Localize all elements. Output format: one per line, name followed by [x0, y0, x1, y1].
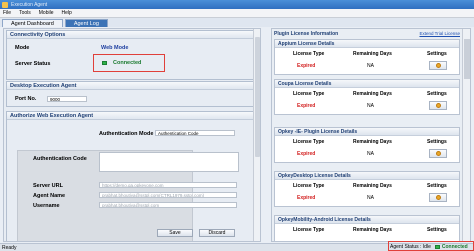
gear-icon [435, 195, 441, 200]
username-input[interactable]: prabhat.bhoutiya@sstpl.com [99, 202, 237, 208]
license-type-header: License Type [293, 183, 325, 189]
license-card-opkeymobility-android: OpkeyMobility-Android License Details Li… [274, 215, 460, 241]
agent-status-label: Agent Status : Idle [390, 244, 431, 250]
plugin-license-title: Plugin License Information [274, 30, 339, 37]
menu-tools[interactable]: Tools [19, 10, 31, 16]
server-status-value: Connected [113, 60, 142, 66]
plugin-license-panel: Plugin License Information Extend Trial … [271, 28, 471, 242]
tab-strip: Agent Dashboard Agent Log [0, 18, 474, 27]
settings-header: Settings [427, 227, 447, 233]
server-url-label: Server URL [33, 183, 63, 189]
remaining-days-value: NA [367, 63, 374, 69]
license-card-coupa: Coupa License Details License Type Remai… [274, 79, 460, 115]
discard-button[interactable]: Discard [199, 229, 235, 237]
remaining-days-header: Remaining Days [353, 91, 392, 97]
agent-settings-panel: Connectivity Options Mode Web Mode Serve… [3, 28, 261, 242]
license-type-header: License Type [293, 51, 325, 57]
left-scrollbar-thumb[interactable] [255, 37, 260, 157]
desktop-agent-header: Desktop Execution Agent [7, 82, 253, 90]
agent-name-label: Agent Name [33, 193, 66, 199]
license-title: Opkey -IE- Plugin License Details [275, 128, 459, 136]
remaining-days-value: NA [367, 103, 374, 109]
gear-icon [435, 103, 441, 108]
license-title: OpkeyDesktop License Details [275, 172, 459, 180]
auth-code-input[interactable] [99, 152, 239, 172]
mode-label: Mode [15, 45, 30, 51]
license-type-value: Expired [297, 195, 316, 201]
connection-icon [434, 245, 440, 249]
license-title: Coupa License Details [275, 80, 459, 88]
settings-header: Settings [427, 51, 447, 57]
license-type-value: Expired [297, 103, 316, 109]
username-label: Username [33, 203, 60, 209]
remaining-days-header: Remaining Days [353, 183, 392, 189]
agent-name-input[interactable]: prabhat.bhoutiya@sstpl.com(CTRL1979.sstp… [99, 192, 237, 198]
connectivity-header: Connectivity Options [7, 31, 253, 39]
auth-mode-select[interactable]: Authentication Code [155, 130, 235, 136]
settings-button[interactable] [429, 101, 447, 110]
menu-help[interactable]: Help [61, 10, 71, 16]
status-ready: Ready [2, 244, 17, 251]
settings-header: Settings [427, 183, 447, 189]
desktop-agent-section: Desktop Execution Agent Port No. 9000 [6, 81, 254, 107]
license-type-header: License Type [293, 139, 325, 145]
license-card-opkeydesktop: OpkeyDesktop License Details License Typ… [274, 171, 460, 207]
right-scrollbar-thumb[interactable] [464, 39, 470, 79]
port-label: Port No. [15, 96, 37, 102]
settings-button[interactable] [429, 61, 447, 70]
web-agent-header: Authorize Web Execution Agent [7, 112, 253, 120]
remaining-days-header: Remaining Days [353, 51, 392, 57]
connection-status: Connected [441, 244, 468, 250]
auth-code-label: Authentication Code [33, 156, 87, 162]
save-button[interactable]: Save [157, 229, 193, 237]
license-type-value: Expired [297, 151, 316, 157]
web-agent-section: Authorize Web Execution Agent Authentica… [6, 111, 254, 241]
license-title: Appium License Details [275, 40, 459, 48]
menu-file[interactable]: File [3, 10, 11, 16]
agent-status-area: Agent Status : Idle Connected [390, 243, 474, 251]
license-type-value: Expired [297, 63, 316, 69]
remaining-days-header: Remaining Days [353, 139, 392, 145]
extend-trial-link[interactable]: Extend Trial License [419, 31, 460, 36]
settings-button[interactable] [429, 193, 447, 202]
mode-value: Web Mode [101, 45, 129, 51]
settings-button[interactable] [429, 149, 447, 158]
gear-icon [435, 63, 441, 68]
license-type-header: License Type [293, 91, 325, 97]
connected-icon [102, 61, 107, 65]
server-url-input[interactable]: https://demo.qa.opkeyone.com [99, 182, 237, 188]
license-type-header: License Type [293, 227, 325, 233]
menu-mobile[interactable]: Mobile [39, 10, 54, 16]
gear-icon [435, 151, 441, 156]
window-title: Execution Agent [11, 1, 48, 8]
license-title: OpkeyMobility-Android License Details [275, 216, 459, 224]
app-icon [2, 1, 8, 8]
port-input[interactable]: 9000 [47, 96, 87, 102]
settings-header: Settings [427, 139, 447, 145]
auth-mode-label: Authentication Mode [99, 131, 154, 137]
license-card-appium: Appium License Details License Type Rema… [274, 39, 460, 75]
connectivity-section: Connectivity Options Mode Web Mode Serve… [6, 30, 254, 80]
tab-agent-log[interactable]: Agent Log [64, 19, 108, 27]
title-bar: Execution Agent [0, 0, 474, 9]
remaining-days-value: NA [367, 195, 374, 201]
menu-bar: File Tools Mobile Help [0, 9, 474, 18]
settings-header: Settings [427, 91, 447, 97]
tab-agent-dashboard[interactable]: Agent Dashboard [2, 19, 63, 27]
license-card-opkey-ie: Opkey -IE- Plugin License Details Licens… [274, 127, 460, 163]
plugin-license-header: Plugin License Information Extend Trial … [274, 30, 460, 37]
right-scrollbar[interactable] [462, 29, 470, 241]
remaining-days-header: Remaining Days [353, 227, 392, 233]
left-scrollbar[interactable] [253, 29, 260, 241]
server-status-label: Server Status [15, 61, 51, 67]
remaining-days-value: NA [367, 151, 374, 157]
